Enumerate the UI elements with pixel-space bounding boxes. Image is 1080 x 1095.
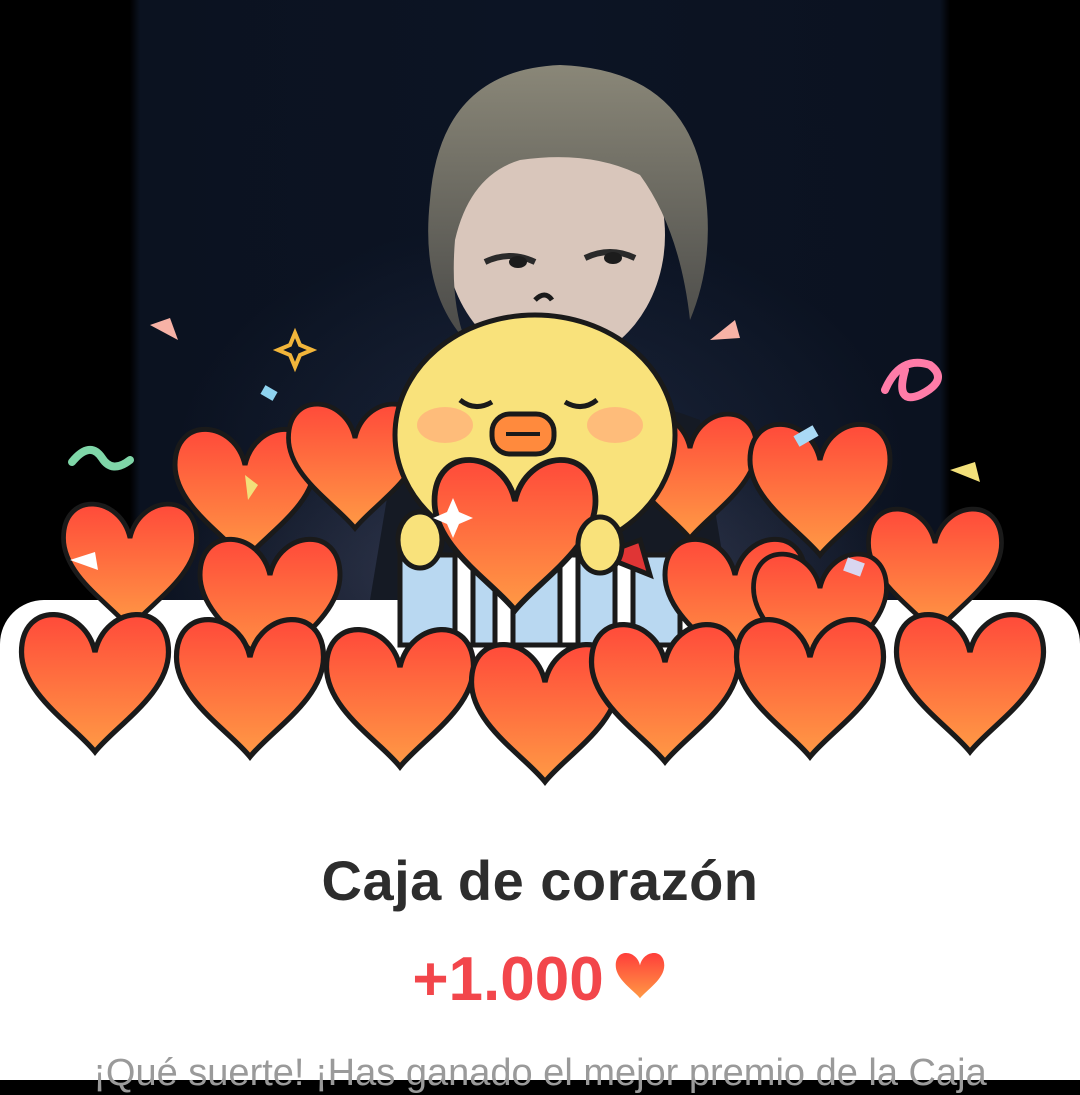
reward-amount-row: +1.000: [0, 944, 1080, 1019]
reward-amount: +1.000: [412, 945, 604, 1014]
reward-message: ¡Qué suerte! ¡Has ganado el mejor premio…: [93, 1052, 987, 1094]
hearts-box-illustration: [0, 292, 1080, 800]
heart-icon: [612, 944, 668, 1015]
popup-title: Caja de corazón: [321, 849, 759, 912]
